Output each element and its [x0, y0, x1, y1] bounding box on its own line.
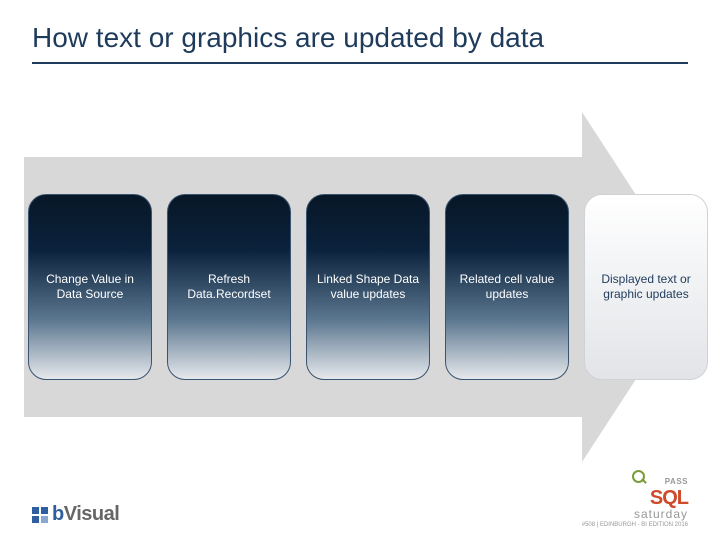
bvisual-logo-icon	[32, 507, 48, 523]
step-label: Linked Shape Data value updates	[307, 272, 429, 302]
slide: How text or graphics are updated by data…	[0, 0, 720, 540]
step-label: Change Value in Data Source	[29, 272, 151, 302]
bvisual-logo-text: bVisual	[52, 503, 119, 526]
title-underline	[32, 62, 688, 64]
pass-text: PASS	[665, 477, 688, 486]
process-steps: Change Value in Data Source Refresh Data…	[28, 194, 708, 380]
bvisual-logo: bVisual	[32, 503, 119, 526]
step-label: Related cell value updates	[446, 272, 568, 302]
sql-text: SQL	[650, 487, 688, 509]
slide-title: How text or graphics are updated by data	[32, 22, 544, 54]
step-5: Displayed text or graphic updates	[584, 194, 708, 380]
step-label: Refresh Data.Recordset	[168, 272, 290, 302]
step-2: Refresh Data.Recordset	[167, 194, 291, 380]
saturday-text: saturday	[582, 508, 688, 520]
sqlsaturday-logo: PASS SQL saturday #508 | EDINBURGH - BI …	[582, 470, 688, 528]
step-1: Change Value in Data Source	[28, 194, 152, 380]
step-3: Linked Shape Data value updates	[306, 194, 430, 380]
step-label: Displayed text or graphic updates	[585, 272, 707, 302]
magnifier-icon	[632, 470, 646, 484]
step-4: Related cell value updates	[445, 194, 569, 380]
footer: bVisual PASS SQL saturday #508 | EDINBUR…	[0, 490, 720, 534]
event-subtext: #508 | EDINBURGH - BI EDITION 2016	[582, 522, 688, 528]
